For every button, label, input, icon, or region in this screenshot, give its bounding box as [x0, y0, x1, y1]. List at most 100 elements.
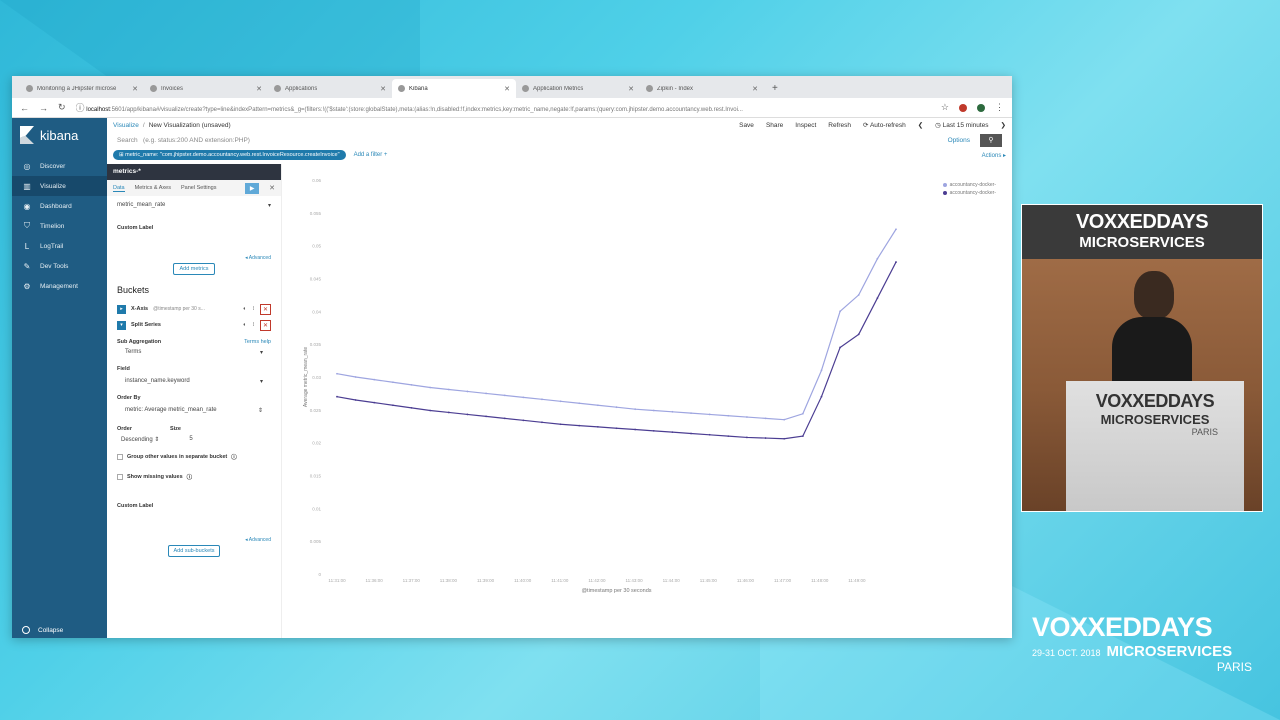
save-button[interactable]: Save [739, 122, 754, 129]
time-forward-icon[interactable]: ❯ [1001, 121, 1006, 129]
time-picker[interactable]: ◷ Last 15 minutes [935, 121, 988, 129]
menu-icon[interactable]: ⋮ [995, 102, 1004, 113]
x-tick-label: 11:45:00 [700, 578, 718, 583]
terms-help-link[interactable]: Terms help [244, 339, 271, 345]
data-point [447, 411, 450, 414]
sidebar-item-dashboard[interactable]: ◉ Dashboard [12, 196, 107, 216]
drag-handle-icon[interactable]: ⁞ [252, 322, 254, 328]
tab-close-icon[interactable]: ✕ [752, 85, 758, 93]
custom-label-input[interactable] [117, 233, 271, 255]
profile-avatar[interactable] [977, 103, 985, 112]
line-chart: 0.06 0.055 0.05 0.045 0.04 0.035 0.03 0.025 0.02… [303, 178, 897, 594]
toggle-icon[interactable]: ◐ [243, 322, 246, 328]
field-select[interactable]: instance_name.keyword ▾ [117, 374, 271, 389]
actions-link[interactable]: Actions ▸ [982, 152, 1006, 159]
y-tick-label: 0.05 [312, 244, 321, 249]
search-button[interactable]: ⚲ [980, 133, 1002, 147]
auto-refresh-button[interactable]: ⟳ Auto-refresh [863, 121, 906, 129]
favicon-icon [646, 85, 653, 92]
x-tick-label: 11:36:00 [366, 578, 384, 583]
sidebar-item-discover[interactable]: ◎ Discover [12, 156, 107, 176]
share-button[interactable]: Share [766, 122, 783, 129]
x-tick-label: 11:31:00 [328, 578, 346, 583]
data-point [652, 409, 655, 412]
breadcrumb-visualize[interactable]: Visualize [113, 122, 139, 129]
sidebar-item-timelion[interactable]: ⛉ Timelion [12, 216, 107, 236]
collapse-bucket-icon[interactable]: ▾ [117, 320, 126, 330]
browser-tab[interactable]: Application Metrics ✕ [516, 79, 640, 98]
data-point [895, 228, 897, 231]
sidebar-item-dev-tools[interactable]: ✎ Dev Tools [12, 256, 107, 276]
show-missing-checkbox-row[interactable]: Show missing values ⓘ [117, 473, 271, 481]
add-metrics-button[interactable]: Add metrics [173, 263, 215, 275]
tab-close-icon[interactable]: ✕ [504, 85, 510, 93]
chart-legend: accountancy-docker-accountancy-docker- [942, 182, 996, 198]
extension-icon[interactable] [959, 103, 967, 112]
tab-close-icon[interactable]: ✕ [628, 85, 634, 93]
advanced-toggle-2[interactable]: ◂ Advanced [117, 537, 271, 543]
inspect-button[interactable]: Inspect [795, 122, 816, 129]
bar-chart-icon: ▥ [23, 181, 31, 191]
tab-data[interactable]: Data [113, 185, 125, 192]
size-input[interactable]: 5 [189, 436, 192, 443]
kibana-sidebar: kibana ◎ Discover ▥ Visualize ◉ Dashboard ⛉ Tim… [12, 118, 107, 638]
favicon-icon [26, 85, 33, 92]
tab-metrics-axes[interactable]: Metrics & Axes [135, 185, 171, 191]
kibana-logo[interactable]: kibana [12, 118, 107, 156]
favicon-icon [150, 85, 157, 92]
sidebar-item-management[interactable]: ⚙ Management [12, 276, 107, 296]
remove-bucket-icon[interactable]: ✕ [260, 319, 271, 331]
apply-button[interactable]: ▶ [245, 182, 260, 194]
custom-label-input-2[interactable] [117, 511, 271, 537]
url-field[interactable]: ⓘ localhost:5601/app/kibana#/visualize/c… [76, 101, 931, 114]
data-point [485, 415, 487, 418]
legend-item[interactable]: accountancy-docker- [942, 182, 996, 188]
tab-close-icon[interactable]: ✕ [132, 85, 138, 93]
browser-tab[interactable]: Monitoring a JHipster microse ✕ [20, 79, 144, 98]
advanced-toggle[interactable]: ◂ Advanced [117, 255, 271, 261]
tab-close-icon[interactable]: ✕ [380, 85, 386, 93]
show-missing-checkbox[interactable] [117, 474, 123, 480]
sub-aggregation-select[interactable]: Terms ▾ [117, 345, 271, 360]
group-other-checkbox-row[interactable]: Group other values in separate bucket ⓘ [117, 453, 271, 461]
back-icon[interactable]: ← [20, 103, 29, 113]
search-input[interactable]: Search (e.g. status:200 AND extension:PH… [117, 137, 948, 144]
data-point [690, 412, 692, 415]
refresh-button[interactable]: Refresh [828, 122, 851, 129]
custom-label-label: Custom Label [117, 225, 154, 231]
forward-icon[interactable]: → [39, 103, 48, 113]
collapse-button[interactable]: Collapse [22, 626, 63, 634]
play-icon: ▶ [249, 185, 255, 192]
new-tab-icon[interactable]: + [764, 79, 786, 98]
tab-panel-settings[interactable]: Panel Settings [181, 185, 216, 191]
chart-area: 0.06 0.055 0.05 0.045 0.04 0.035 0.03 0.025 0.02… [287, 164, 1006, 638]
add-sub-buckets-button[interactable]: Add sub-buckets [167, 545, 221, 557]
data-point [392, 381, 394, 384]
legend-item[interactable]: accountancy-docker- [942, 190, 996, 196]
browser-tab[interactable]: Applications ✕ [268, 79, 392, 98]
expand-icon[interactable]: ▸ [117, 304, 126, 314]
order-select[interactable]: Descending ⇕ [121, 436, 159, 443]
options-link[interactable]: Options [948, 137, 970, 144]
help-icon: ⓘ [186, 475, 193, 481]
browser-tab[interactable]: Zipkin - Index ✕ [640, 79, 764, 98]
filter-pill[interactable]: ⊞ metric_name: "com.jhipster.demo.accoun… [113, 150, 346, 160]
star-icon[interactable]: ☆ [941, 102, 949, 113]
drag-handle-icon[interactable]: ⁞ [252, 306, 254, 312]
data-point [801, 435, 804, 437]
order-by-select[interactable]: metric: Average metric_mean_rate ⇕ [117, 403, 271, 418]
sidebar-item-visualize[interactable]: ▥ Visualize [12, 176, 107, 196]
browser-tab[interactable]: Invoices ✕ [144, 79, 268, 98]
browser-tab[interactable]: Kibana ✕ [392, 79, 516, 98]
reload-icon[interactable]: ↻ [58, 102, 66, 113]
metric-field-select[interactable]: metric_mean_rate ▾ [117, 200, 271, 211]
discard-icon[interactable]: ✕ [269, 184, 275, 192]
time-back-icon[interactable]: ❮ [918, 121, 923, 129]
sidebar-item-logtrail[interactable]: L LogTrail [12, 236, 107, 256]
data-point [746, 416, 748, 418]
tab-close-icon[interactable]: ✕ [256, 85, 262, 93]
remove-bucket-icon[interactable]: ✕ [260, 303, 271, 315]
toggle-icon[interactable]: ◐ [243, 306, 246, 312]
group-other-checkbox[interactable] [117, 454, 123, 460]
add-filter-link[interactable]: Add a filter + [354, 152, 388, 158]
